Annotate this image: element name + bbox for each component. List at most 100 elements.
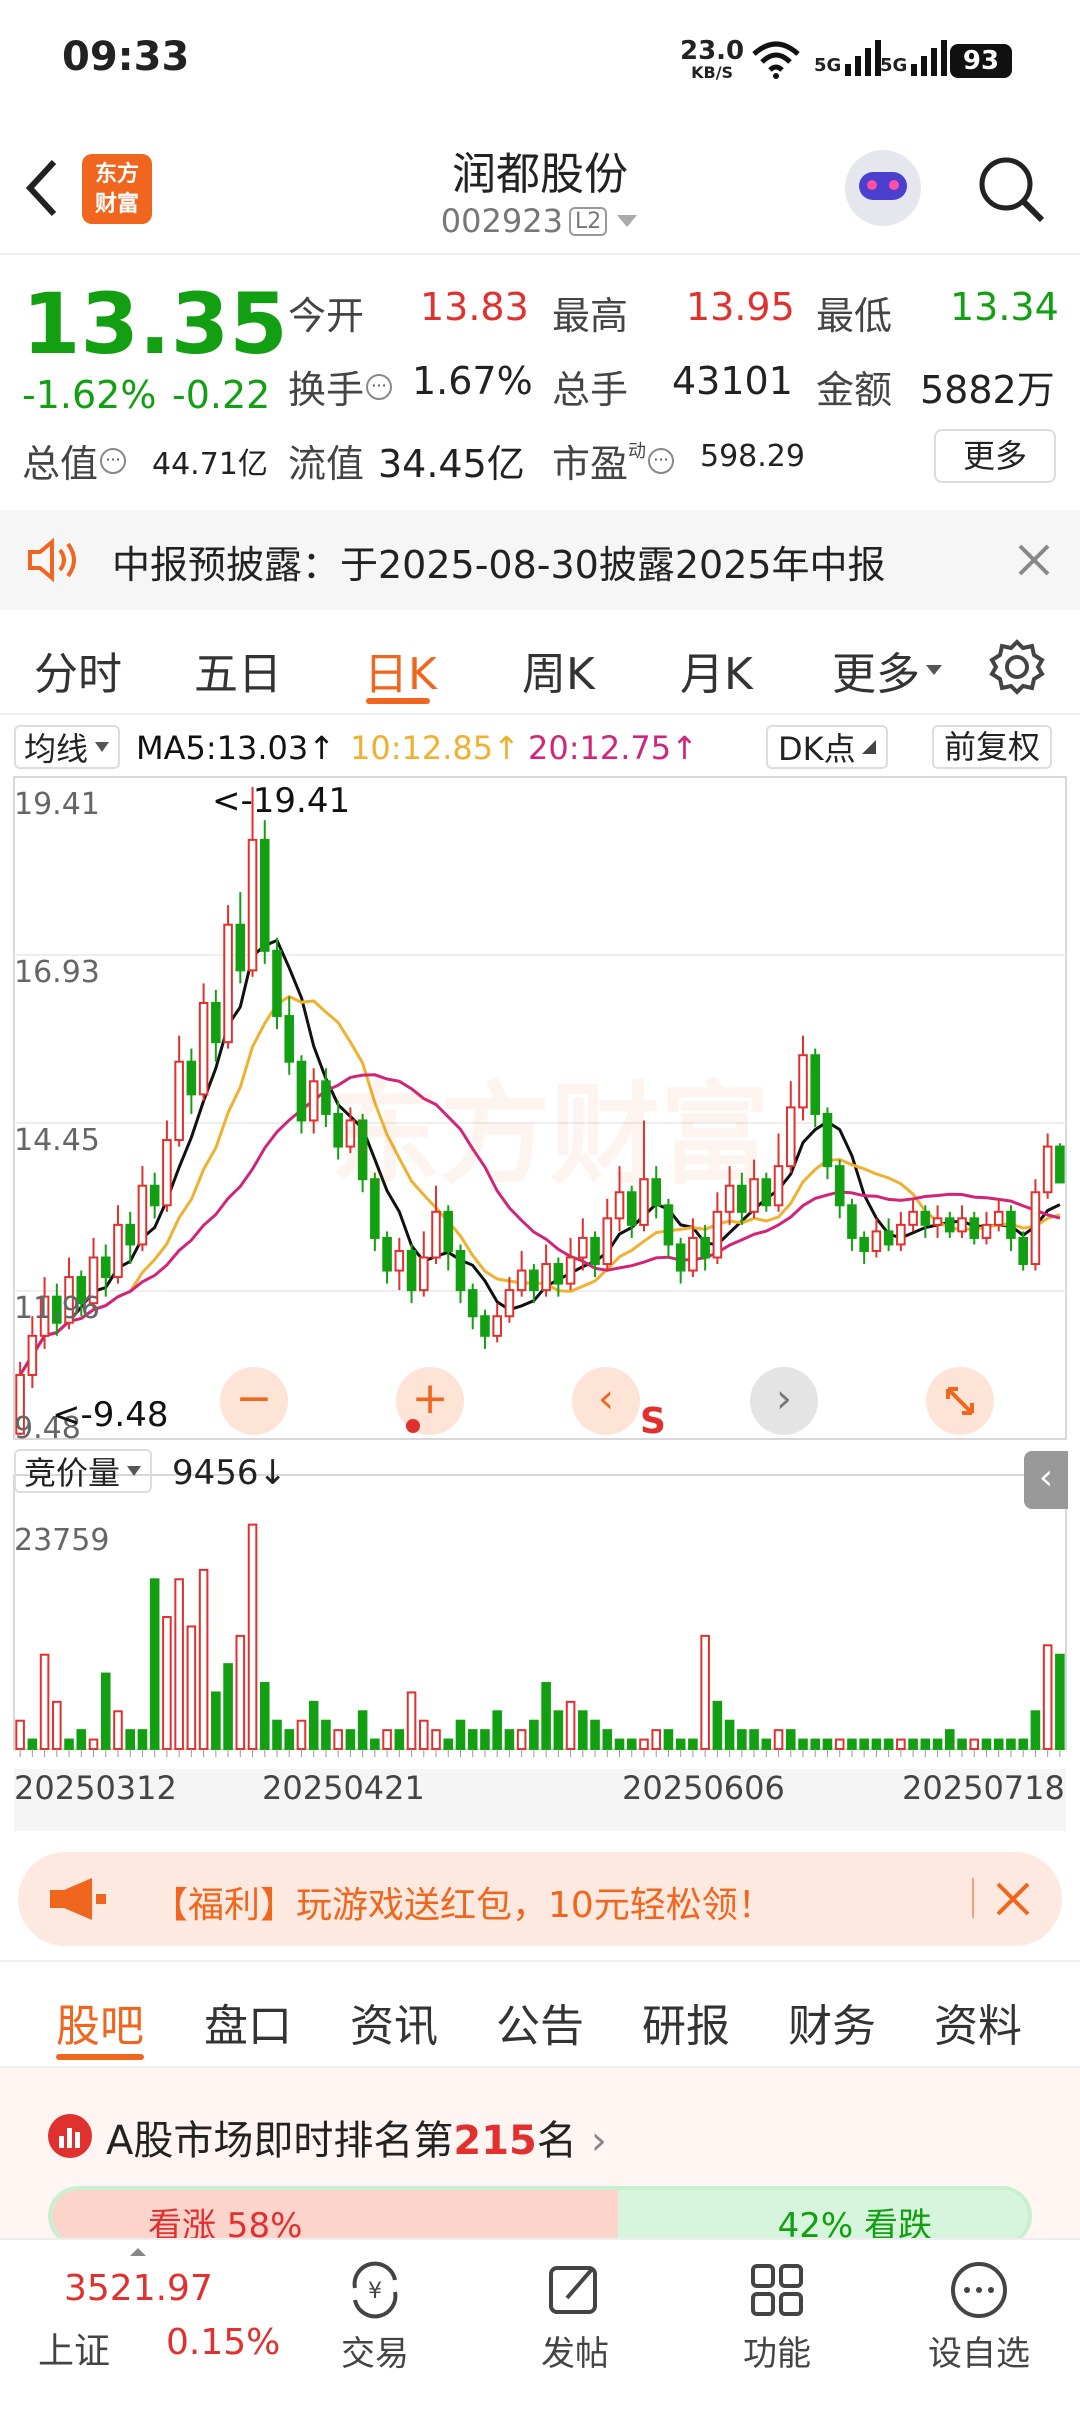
- candle-body: [198, 1002, 209, 1096]
- post-button[interactable]: 发帖: [510, 2258, 640, 2375]
- volume-bar: [675, 1738, 686, 1751]
- ranking-text: A股市场即时排名第215名 ›: [106, 2118, 607, 2164]
- volume-label: 总手: [552, 368, 629, 412]
- scroll-left-button[interactable]: ‹: [572, 1367, 640, 1435]
- tab-research[interactable]: 研报: [642, 1990, 730, 2054]
- volume-bar: [137, 1729, 148, 1750]
- candle-body: [700, 1236, 710, 1259]
- index-ticker[interactable]: 3521.97 上证 0.15%: [0, 2240, 290, 2414]
- volume-bar: [724, 1719, 735, 1751]
- close-icon[interactable]: [1016, 542, 1052, 578]
- tab-weekly-k[interactable]: 周K: [522, 638, 595, 702]
- tab-order-book[interactable]: 盘口: [204, 1990, 292, 2054]
- volume-bar: [431, 1729, 441, 1750]
- tab-financials[interactable]: 财务: [788, 1990, 876, 2054]
- signal-icon: [911, 40, 948, 76]
- candle-body: [932, 1217, 943, 1226]
- volume-bar: [578, 1710, 588, 1750]
- candle-body: [529, 1269, 539, 1292]
- candle-body: [467, 1289, 478, 1318]
- tab-news[interactable]: 资讯: [350, 1990, 438, 2054]
- sell-signal-marker: S: [640, 1401, 666, 1442]
- signal-icon: [845, 40, 882, 76]
- volume-bar: [406, 1691, 417, 1750]
- volume-selector[interactable]: 竞价量: [14, 1449, 153, 1493]
- candle-body: [1030, 1191, 1041, 1266]
- functions-button[interactable]: 功能: [712, 2258, 842, 2375]
- tab-forum[interactable]: 股吧: [56, 1990, 144, 2054]
- kline-chart-area: 均线 MA5:13.03↑ 10:12.85↑ 20:12.75↑ DK点 前复…: [0, 715, 1080, 1835]
- turnover-label[interactable]: 换手 ···: [288, 359, 393, 414]
- volume-bar: [1030, 1710, 1041, 1750]
- scroll-right-button[interactable]: ›: [750, 1367, 818, 1435]
- tab-monthly-k[interactable]: 月K: [680, 638, 753, 702]
- volume-bar: [272, 1719, 282, 1751]
- volume-bar: [394, 1729, 405, 1750]
- more-button[interactable]: 更多: [934, 429, 1056, 483]
- volume-bar: [100, 1672, 111, 1750]
- svg-text:¥: ¥: [368, 2279, 382, 2304]
- volume-bars: [15, 1523, 1065, 1757]
- tab-intraday[interactable]: 分时: [34, 638, 122, 702]
- close-icon[interactable]: [994, 1880, 1032, 1918]
- max-price-marker: <-19.41: [212, 781, 351, 821]
- candle-body: [27, 1334, 38, 1376]
- market-ranking-card[interactable]: A股市场即时排名第215名 › 看涨 58% 42% 看跌: [0, 2068, 1080, 2246]
- dropdown-icon: [127, 1466, 142, 1476]
- volume-bar: [626, 1738, 637, 1751]
- tab-announcements[interactable]: 公告: [496, 1990, 584, 2054]
- stock-code-row[interactable]: 002923 L2: [340, 202, 740, 240]
- market-cap-label[interactable]: 总值 ···: [22, 433, 127, 488]
- app-logo[interactable]: 东方 财富: [82, 154, 152, 224]
- promo-banner[interactable]: 【福利】玩游戏送红包，10元轻松领！: [18, 1852, 1062, 1946]
- candle-body: [492, 1315, 502, 1337]
- candle-body: [516, 1269, 527, 1292]
- auction-volume-value: 9456↓: [172, 1453, 288, 1493]
- kline-chart[interactable]: [0, 715, 1080, 1835]
- sentiment-bar[interactable]: 看涨 58% 42% 看跌: [48, 2186, 1032, 2246]
- candle-body: [149, 1184, 160, 1207]
- index-change: 0.15%: [166, 2322, 281, 2363]
- turnover-value: 1.67%: [412, 359, 533, 403]
- candle-body: [1055, 1145, 1065, 1184]
- wifi-icon: [752, 41, 800, 79]
- active-tab-indicator: [366, 698, 430, 704]
- candle-body: [602, 1217, 613, 1266]
- tab-daily-k[interactable]: 日K: [364, 638, 437, 702]
- robot-assistant-icon[interactable]: [845, 150, 921, 226]
- volume-chart-frame: [13, 1474, 1067, 1750]
- volume-bar: [357, 1710, 368, 1750]
- tab-profile[interactable]: 资料: [934, 1990, 1022, 2054]
- notice-bar[interactable]: 中报预披露：于2025-08-30披露2025年中报: [0, 510, 1080, 610]
- up-caret-icon: [130, 2248, 146, 2256]
- high-value: 13.95: [686, 285, 795, 329]
- candle-body: [871, 1230, 882, 1252]
- fullscreen-button[interactable]: [926, 1367, 994, 1435]
- change-percent: -1.62%: [22, 373, 157, 417]
- side-panel-toggle[interactable]: ‹: [1024, 1451, 1068, 1509]
- settings-gear-icon[interactable]: [988, 638, 1046, 696]
- volume-bar: [1042, 1644, 1053, 1750]
- tab-five-day[interactable]: 五日: [194, 638, 282, 702]
- level-badge: L2: [568, 206, 608, 236]
- tab-more[interactable]: 更多: [832, 638, 944, 702]
- volume-bar: [553, 1710, 564, 1750]
- trade-button[interactable]: ¥ 交易: [310, 2258, 440, 2375]
- back-arrow-icon[interactable]: [22, 158, 62, 218]
- low-value: 13.34: [950, 285, 1059, 329]
- add-watchlist-button[interactable]: 设自选: [914, 2258, 1044, 2375]
- candle-body: [834, 1165, 845, 1207]
- pe-value: 598.29: [700, 439, 805, 474]
- date-label: 20250421: [262, 1769, 425, 1807]
- candle-body: [296, 1060, 307, 1122]
- market-cap-value: 44.71亿: [152, 447, 268, 482]
- price-axis-label: 11.96: [14, 1291, 100, 1326]
- pe-label[interactable]: 市盈 动 ···: [552, 433, 675, 488]
- zoom-out-button[interactable]: −: [220, 1367, 288, 1435]
- volume-bar: [737, 1729, 747, 1750]
- price-axis-label: 14.45: [14, 1123, 100, 1158]
- volume-bar: [467, 1729, 478, 1750]
- candle-body: [969, 1217, 980, 1239]
- candle-body: [896, 1223, 906, 1246]
- search-icon[interactable]: [976, 154, 1046, 224]
